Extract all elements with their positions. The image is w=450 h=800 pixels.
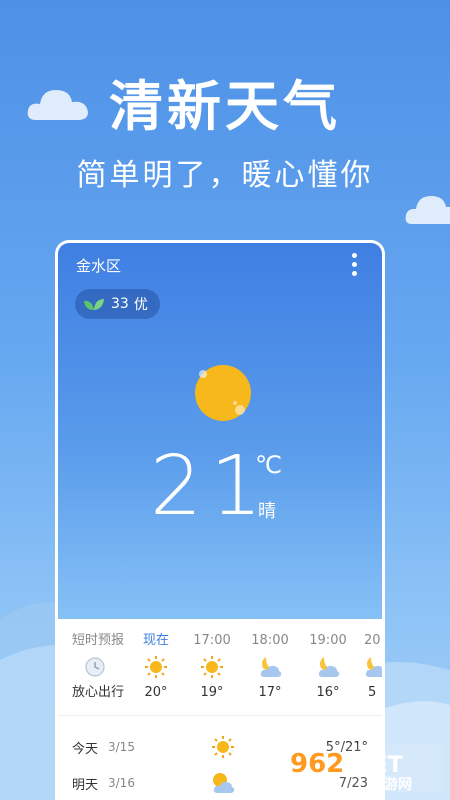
moon-cloud-icon <box>260 657 282 677</box>
sun-icon <box>212 736 234 758</box>
hour-temp: 16° <box>316 685 340 700</box>
hour-item[interactable]: 19:00 16° <box>298 631 358 703</box>
hero-subtitle: 简单明了，暖心懂你 <box>76 158 374 193</box>
watermark-cn: 乐游网 <box>370 776 412 793</box>
more-options-icon[interactable] <box>352 253 358 281</box>
day-date: 3/15 <box>108 740 135 754</box>
aqi-value: 33 <box>111 296 129 312</box>
day-name: 今天 <box>72 741 99 757</box>
aqi-badge[interactable]: 33 优 <box>75 289 160 319</box>
watermark-net: .NET <box>346 753 403 778</box>
hourly-forecast[interactable]: 短时预报 放心出行 现在 20° 17:00 19° 18:00 17° 19:… <box>58 631 382 711</box>
clock-icon <box>85 657 105 677</box>
sun-icon <box>195 365 251 421</box>
hour-temp: 5 <box>368 685 377 700</box>
hour-time: 18:00 <box>251 633 289 648</box>
hour-item[interactable]: 20 5 <box>352 631 382 703</box>
hour-item[interactable]: 现在 20° <box>126 631 186 703</box>
partly-cloudy-icon <box>213 773 235 793</box>
hour-item[interactable]: 18:00 17° <box>240 631 300 703</box>
hour-temp: 20° <box>144 685 168 700</box>
hour-time: 19:00 <box>309 633 347 648</box>
sun-icon <box>201 656 223 678</box>
hour-item[interactable]: 17:00 19° <box>182 631 242 703</box>
cloud-right-icon <box>405 196 450 224</box>
hour-time: 现在 <box>142 633 169 648</box>
current-weather-panel: 金水区 33 优 21 ℃ 晴 <box>58 243 382 619</box>
moon-cloud-icon <box>318 657 340 677</box>
hour-time: 17:00 <box>193 633 231 648</box>
location-name[interactable]: 金水区 <box>76 255 121 276</box>
hour-time: 20 <box>364 633 381 648</box>
leaf-icon <box>84 299 104 310</box>
day-date: 3/16 <box>108 776 135 790</box>
hour-temp: 17° <box>258 685 282 700</box>
hero-title: 清新天气 <box>109 75 341 138</box>
moon-cloud-icon <box>365 657 382 677</box>
sun-icon <box>145 656 167 678</box>
aqi-level: 优 <box>133 297 148 313</box>
day-name: 明天 <box>72 777 99 793</box>
watermark-962: 962 <box>290 749 344 779</box>
divider <box>58 715 382 716</box>
site-watermark-logo: 962 .NET 乐游网 <box>284 744 444 793</box>
temperature-unit: ℃ <box>255 451 282 479</box>
current-temperature: 21 <box>150 439 271 534</box>
phone-screen: 金水区 33 优 21 ℃ 晴 短时预报 放心出行 现在 20° 17:00 1… <box>55 240 385 800</box>
weather-condition: 晴 <box>258 501 276 522</box>
hour-temp: 19° <box>200 685 224 700</box>
